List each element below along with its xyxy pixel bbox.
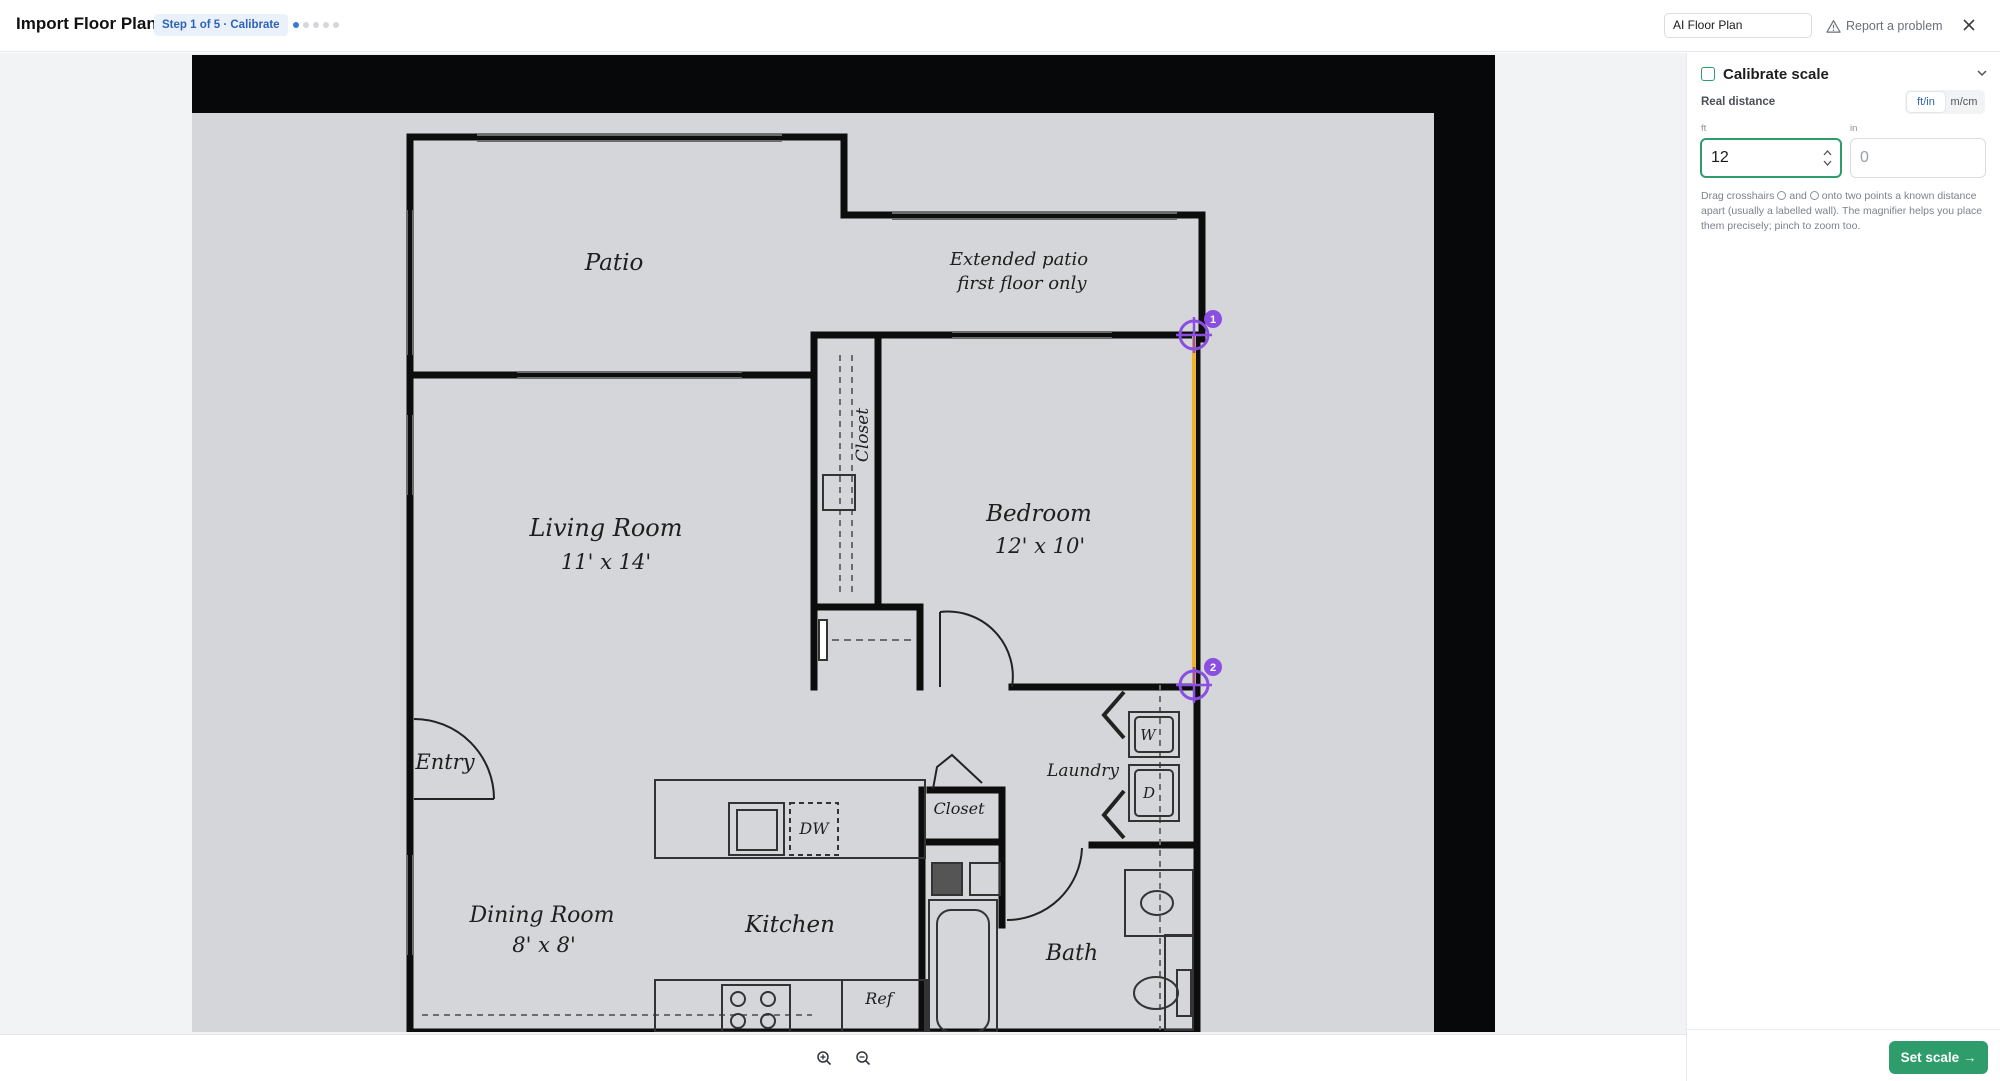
calibrate-helper-text: Drag crosshairs and onto two points a kn…: [1701, 189, 1989, 234]
zoom-in-icon: [817, 1051, 832, 1066]
appliance-label-dryer: D: [1142, 784, 1155, 802]
room-label-entry: Entry: [414, 750, 475, 774]
inches-input[interactable]: 0: [1850, 138, 1986, 178]
unit-option-m-cm[interactable]: m/cm: [1945, 92, 1983, 112]
zoom-in-button[interactable]: [813, 1047, 835, 1069]
close-button[interactable]: [1958, 14, 1980, 36]
step-dot-3: [313, 22, 319, 28]
room-label-extended-patio-1: Extended patio: [949, 249, 1088, 270]
room-dims-living-room: 11' x 14': [561, 550, 651, 574]
ft-label: ft: [1701, 123, 1707, 134]
header-bar: Import Floor Plan Step 1 of 5 · Calibrat…: [0, 0, 2000, 52]
unit-toggle: ft/in m/cm: [1905, 90, 1985, 114]
step-dot-2: [303, 22, 309, 28]
appliance-label-washer: W: [1140, 726, 1157, 744]
close-icon: [1963, 19, 1975, 31]
zoom-out-icon: [856, 1051, 871, 1066]
in-label: in: [1850, 123, 1858, 134]
marker-1-label: 1: [1210, 314, 1216, 326]
zoom-out-button[interactable]: [852, 1047, 874, 1069]
panel-footer: Set scale →: [1687, 1029, 2000, 1081]
step-progress-dots: [293, 22, 339, 28]
floorplan-drawing: Patio Extended patio first floor only Li…: [406, 133, 1222, 1032]
marker-2-label: 2: [1210, 662, 1216, 674]
unit-option-ft-in[interactable]: ft/in: [1907, 92, 1945, 112]
report-problem-link[interactable]: Report a problem: [1826, 16, 1943, 36]
appliance-label-fridge: Ref: [864, 989, 896, 1008]
stepper-arrows-icon[interactable]: [1823, 146, 1832, 170]
room-dims-bedroom: 12' x 10': [995, 534, 1085, 558]
appliance-label-dishwasher: DW: [798, 819, 830, 838]
calibrate-checkbox[interactable]: [1701, 67, 1715, 81]
plan-name-field[interactable]: AI Floor Plan: [1664, 13, 1812, 38]
helper-text-and: and: [1789, 190, 1807, 202]
crosshair-1-inline-icon: [1777, 191, 1787, 200]
feet-input[interactable]: 12: [1700, 138, 1842, 178]
page-title: Import Floor Plan: [16, 14, 157, 33]
room-label-laundry: Laundry: [1046, 761, 1119, 781]
chevron-down-icon[interactable]: [1975, 66, 1989, 80]
plan-canvas[interactable]: Patio Extended patio first floor only Li…: [0, 53, 1686, 1034]
room-label-living-room: Living Room: [528, 514, 682, 542]
set-scale-button[interactable]: Set scale →: [1889, 1041, 1988, 1074]
room-label-bedroom: Bedroom: [985, 501, 1092, 527]
room-label-closet-vertical: Closet: [853, 408, 873, 462]
crosshair-2-inline-icon: [1809, 191, 1819, 200]
room-dims-dining-room: 8' x 8': [512, 933, 575, 957]
calibrate-title: Calibrate scale: [1723, 65, 1829, 83]
step-dot-5: [333, 22, 339, 28]
calibrate-section-header[interactable]: Calibrate scale: [1701, 61, 1991, 87]
calibrate-panel: Calibrate scale Real distance ft/in m/cm…: [1686, 53, 2000, 1081]
room-label-bath: Bath: [1045, 941, 1098, 966]
room-label-closet-small: Closet: [933, 799, 985, 818]
step-dot-1: [293, 22, 299, 28]
helper-text-before: Drag crosshairs: [1701, 190, 1775, 202]
room-label-patio: Patio: [584, 250, 644, 276]
report-problem-label: Report a problem: [1846, 19, 1943, 33]
zoom-toolbar: [0, 1034, 1686, 1081]
floorplan-image-frame: Patio Extended patio first floor only Li…: [192, 55, 1495, 1032]
room-label-dining-room: Dining Room: [468, 903, 614, 928]
room-label-kitchen: Kitchen: [744, 912, 835, 938]
warning-triangle-icon: [1826, 19, 1841, 33]
real-distance-label: Real distance: [1701, 96, 1776, 108]
room-label-extended-patio-2: first floor only: [955, 273, 1087, 294]
feet-value: 12: [1711, 149, 1729, 166]
step-dot-4: [323, 22, 329, 28]
step-badge: Step 1 of 5 · Calibrate: [154, 14, 288, 36]
